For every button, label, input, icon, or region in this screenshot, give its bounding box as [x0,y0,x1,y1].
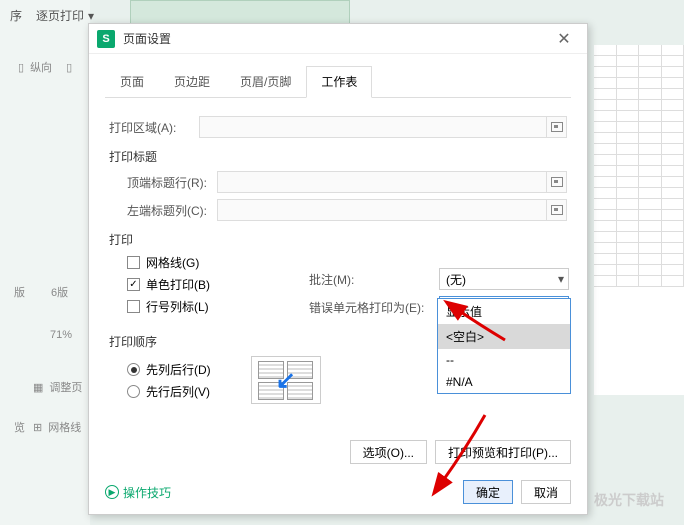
print-area-input[interactable] [199,116,547,138]
errors-label: 错误单元格打印为(E): [309,299,439,316]
chevron-down-icon: ▾ [88,9,94,23]
print-order-diagram: ↙ [251,356,321,404]
left-title-range-button[interactable] [547,199,567,221]
page-setup-dialog: S 页面设置 ✕ 页面 页边距 页眉/页脚 工作表 打印区域(A): 打印标题 … [88,23,588,515]
order-arrow-icon: ↙ [276,366,296,395]
tab-margins[interactable]: 页边距 [159,66,225,97]
rowcol-headings-checkbox[interactable] [127,300,140,313]
dialog-tabs: 页面 页边距 页眉/页脚 工作表 [105,66,571,98]
layout-label: 版 6版 [6,280,76,304]
play-icon: ▶ [105,485,119,499]
monochrome-checkbox-label: 单色打印(B) [146,276,210,293]
dialog-footer: ▶ 操作技巧 确定 取消 [105,480,571,504]
document-icon: ▯ [18,61,24,74]
errors-dropdown-list: 显示值 <空白> -- #N/A [437,298,571,394]
print-section: 打印 [109,231,567,248]
comments-select-value: (无) [446,271,466,288]
grid-icon: ⊞ [33,421,42,434]
left-title-col-input[interactable] [217,199,547,221]
order-over-then-down-row[interactable]: 先行后列(V) [127,383,211,400]
toolbar-label: 序 [10,7,22,24]
background-table [594,45,684,395]
print-area-label: 打印区域(A): [109,119,199,136]
gridlines-button[interactable]: ⊞ 网格线 [25,415,89,439]
rowcol-headings-checkbox-label: 行号列标(L) [146,298,209,315]
background-toolbar: 序 逐页打印 ▾ [10,5,100,26]
order-over-then-down-label: 先行后列(V) [146,383,210,400]
preview-print-button[interactable]: 打印预览和打印(P)... [435,440,571,464]
errors-option-blank[interactable]: <空白> [438,324,570,349]
left-title-col-label: 左端标题列(C): [127,202,217,219]
page-print-dropdown-label: 逐页打印 [36,7,84,24]
help-link-label: 操作技巧 [123,484,171,501]
grid-icon: ▦ [33,381,43,394]
errors-option-dashes[interactable]: -- [438,349,570,371]
app-icon: S [97,30,115,48]
errors-option-display[interactable]: 显示值 [438,299,570,324]
cancel-button[interactable]: 取消 [521,480,571,504]
help-link[interactable]: ▶ 操作技巧 [105,484,171,501]
action-buttons: 选项(O)... 打印预览和打印(P)... [350,440,571,464]
close-button[interactable]: ✕ [549,26,579,52]
top-title-range-button[interactable] [547,171,567,193]
tab-page[interactable]: 页面 [105,66,159,97]
document-icon: ▯ [66,61,72,74]
print-titles-section: 打印标题 [109,148,567,165]
dialog-titlebar: S 页面设置 ✕ [89,24,587,54]
comments-select[interactable]: (无) [439,268,569,290]
options-button[interactable]: 选项(O)... [350,440,427,464]
range-select-icon [551,122,563,132]
top-title-row-input[interactable] [217,171,547,193]
order-down-then-over-radio[interactable] [127,363,140,376]
zoom-level[interactable]: 71% [42,325,80,345]
gridlines-checkbox-label: 网格线(G) [146,254,199,271]
watermark: 极光下载站 [594,490,664,510]
comments-label: 批注(M): [309,271,439,288]
tab-header-footer[interactable]: 页眉/页脚 [225,66,306,97]
orientation-label: 纵向 [30,59,52,75]
monochrome-checkbox[interactable] [127,278,140,291]
gridlines-checkbox[interactable] [127,256,140,269]
order-over-then-down-radio[interactable] [127,385,140,398]
range-select-icon [551,205,563,215]
tab-worksheet[interactable]: 工作表 [306,66,372,98]
range-select-icon [551,177,563,187]
close-icon: ✕ [557,29,570,49]
order-down-then-over-label: 先列后行(D) [146,361,211,378]
top-title-row-label: 顶端标题行(R): [127,174,217,191]
order-down-then-over-row[interactable]: 先列后行(D) [127,361,211,378]
ok-button[interactable]: 确定 [463,480,513,504]
orientation-portrait[interactable]: ▯ 纵向 ▯ [10,55,80,79]
dialog-title: 页面设置 [123,30,549,47]
errors-option-na[interactable]: #N/A [438,371,570,393]
print-area-range-button[interactable] [547,116,567,138]
adjust-page-button[interactable]: ▦ 调整页 [25,375,90,399]
